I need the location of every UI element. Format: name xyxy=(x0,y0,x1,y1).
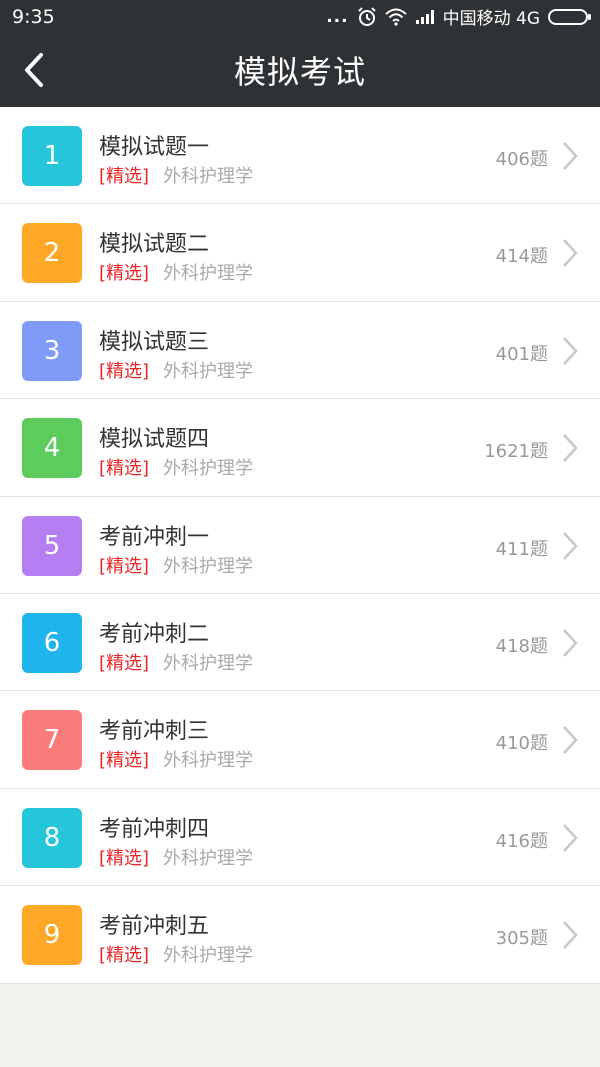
wifi-icon xyxy=(384,8,407,26)
item-subtitle: [精选] 外科护理学 xyxy=(99,454,253,480)
question-count: 305题 xyxy=(495,928,548,950)
chevron-right-icon xyxy=(563,823,578,852)
chevron-right-icon xyxy=(563,336,578,365)
page-title: 模拟考试 xyxy=(233,53,366,91)
item-number-badge: 1 xyxy=(22,126,82,186)
chevron-right-icon xyxy=(563,434,578,463)
list-item[interactable]: 7 考前冲刺三 [精选] 外科护理学 410题 xyxy=(0,691,600,789)
chevron-right-icon xyxy=(563,921,578,949)
item-title: 考前冲刺四 xyxy=(99,816,210,842)
list-item[interactable]: 5 考前冲刺一 [精选] 外科护理学 411题 xyxy=(0,496,600,594)
item-subtitle: [精选] 外科护理学 xyxy=(99,259,253,285)
item-subtitle: [精选] 外科护理学 xyxy=(99,552,253,578)
item-number-badge: 2 xyxy=(22,223,82,284)
more-notifications-icon: ... xyxy=(326,6,349,27)
chevron-right-icon xyxy=(563,142,578,170)
status-time: 9:35 xyxy=(12,5,55,28)
chevron-left-icon xyxy=(25,53,43,87)
chevron-right-icon xyxy=(563,531,578,560)
list-item[interactable]: 8 考前冲刺四 [精选] 外科护理学 416题 xyxy=(0,788,600,887)
list-item[interactable]: 3 模拟试题三 [精选] 外科护理学 401题 xyxy=(0,301,600,400)
item-title: 考前冲刺二 xyxy=(99,621,210,647)
item-title: 模拟试题四 xyxy=(99,427,210,453)
alarm-icon xyxy=(357,6,376,26)
question-count: 406题 xyxy=(495,149,548,170)
featured-tag: [精选] xyxy=(99,360,150,382)
featured-tag: [精选] xyxy=(99,750,150,772)
status-icons: ... 中国移动 4G xyxy=(326,4,591,29)
item-subject: 外科护理学 xyxy=(163,263,254,285)
featured-tag: [精选] xyxy=(99,847,150,869)
question-count: 401题 xyxy=(495,343,548,365)
featured-tag: [精选] xyxy=(99,458,150,480)
item-title: 考前冲刺三 xyxy=(99,719,210,745)
item-subtitle: [精选] 外科护理学 xyxy=(99,941,253,967)
featured-tag: [精选] xyxy=(99,945,150,967)
exam-list: 1 模拟试题一 [精选] 外科护理学 406题 2 模拟试题二 [精选] 外科护理学… xyxy=(0,107,600,984)
list-item[interactable]: 6 考前冲刺二 [精选] 外科护理学 418题 xyxy=(0,593,600,692)
item-subject: 外科护理学 xyxy=(163,458,254,480)
item-subject: 外科护理学 xyxy=(163,847,254,869)
item-title: 模拟试题三 xyxy=(99,329,210,355)
item-subtitle: [精选] 外科护理学 xyxy=(99,844,253,870)
header-bar: 模拟考试 xyxy=(0,33,600,107)
battery-icon xyxy=(548,8,591,25)
item-subject: 外科护理学 xyxy=(163,652,254,674)
chevron-right-icon xyxy=(563,726,578,755)
item-number-badge: 3 xyxy=(22,320,82,381)
item-number-badge: 4 xyxy=(22,418,82,479)
back-button[interactable] xyxy=(14,50,54,90)
item-subtitle: [精选] 外科护理学 xyxy=(99,162,253,188)
featured-tag: [精选] xyxy=(99,652,150,674)
list-item[interactable]: 4 模拟试题四 [精选] 外科护理学 1621题 xyxy=(0,399,600,497)
list-item[interactable]: 2 模拟试题二 [精选] 外科护理学 414题 xyxy=(0,204,600,302)
item-subject: 外科护理学 xyxy=(163,166,254,187)
featured-tag: [精选] xyxy=(99,555,150,577)
question-count: 410题 xyxy=(495,733,548,755)
item-subtitle: [精选] 外科护理学 xyxy=(99,357,253,383)
item-title: 模拟试题二 xyxy=(99,232,210,258)
carrier-label: 中国移动 4G xyxy=(442,9,540,29)
item-subject: 外科护理学 xyxy=(163,750,254,772)
item-number-badge: 9 xyxy=(22,905,82,966)
question-count: 1621题 xyxy=(484,441,548,463)
item-number-badge: 6 xyxy=(22,612,82,673)
chevron-right-icon xyxy=(563,629,578,657)
question-count: 418题 xyxy=(495,635,548,657)
question-count: 411题 xyxy=(495,538,548,560)
item-subject: 外科护理学 xyxy=(163,555,254,577)
signal-icon xyxy=(415,9,434,24)
list-item[interactable]: 9 考前冲刺五 [精选] 外科护理学 305题 xyxy=(0,886,600,984)
item-number-badge: 5 xyxy=(22,515,82,576)
question-count: 416题 xyxy=(495,830,548,852)
status-bar: 9:35 ... 中国移动 4G xyxy=(0,0,600,33)
item-subject: 外科护理学 xyxy=(163,945,254,967)
question-count: 414题 xyxy=(495,246,548,268)
item-number-badge: 7 xyxy=(22,710,82,771)
item-title: 考前冲刺五 xyxy=(99,914,210,940)
item-subtitle: [精选] 外科护理学 xyxy=(99,746,253,772)
featured-tag: [精选] xyxy=(99,166,150,187)
item-number-badge: 8 xyxy=(22,807,82,868)
item-title: 考前冲刺一 xyxy=(99,524,210,550)
chevron-right-icon xyxy=(563,239,578,268)
featured-tag: [精选] xyxy=(99,263,150,285)
item-subject: 外科护理学 xyxy=(163,360,254,382)
item-subtitle: [精选] 外科护理学 xyxy=(99,649,253,675)
item-title: 模拟试题一 xyxy=(99,135,210,160)
list-item[interactable]: 1 模拟试题一 [精选] 外科护理学 406题 xyxy=(0,107,600,205)
